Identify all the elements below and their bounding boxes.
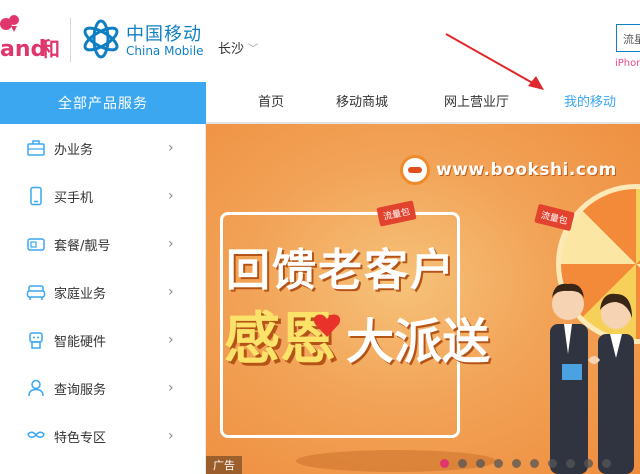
banner-headline-secondary: 大派送 [346,314,491,370]
carousel-dot[interactable] [584,459,593,468]
ad-label: 广告 [206,456,242,474]
svg-text:和: 和 [40,37,60,61]
carousel-dot[interactable] [458,459,467,468]
user-icon [28,379,44,397]
chevron-right-icon: › [168,236,174,252]
watermark-logo-icon [400,155,430,185]
sidebar-item-label: 查询服务 [54,382,107,398]
sidebar-item-query[interactable]: 查询服务 › [0,364,206,412]
chevron-right-icon: › [168,380,174,396]
banner-headline: 回馈老客户 [226,245,456,296]
sidebar-item-business[interactable]: 办业务 › [0,124,206,172]
and-he-logo[interactable]: and 和 [0,14,62,62]
carousel-dot[interactable] [530,459,539,468]
chevron-right-icon: › [168,428,174,444]
sidebar-item-label: 套餐/靓号 [54,238,111,254]
sidebar-item-smart-hardware[interactable]: 智能硬件 › [0,316,206,364]
watermark: www.bookshi.com [400,152,640,188]
china-mobile-logo[interactable] [80,18,122,60]
sidebar-item-label: 家庭业务 [54,286,107,302]
chevron-right-icon: › [168,284,174,300]
brand-name-cn: 中国移动 [126,24,202,45]
sidebar-item-label: 买手机 [54,190,94,206]
brand-name-en: China Mobile [126,44,204,58]
nav-my-mobile[interactable]: 我的移动 [564,82,616,124]
sidebar-item-family[interactable]: 家庭业务 › [0,268,206,316]
sidebar-item-buy-phone[interactable]: 买手机 › [0,172,206,220]
city-selector[interactable]: 长沙 ﹀ [218,38,258,57]
carousel-dot[interactable] [602,459,611,468]
watermark-text: www.bookshi.com [436,160,617,180]
chevron-right-icon: › [168,188,174,204]
sidebar-item-label: 办业务 [54,142,94,158]
carousel-dot[interactable] [494,459,503,468]
phone-icon [30,186,42,206]
carousel-dots [440,459,611,468]
sofa-icon [26,285,46,300]
page: and 和 中国移动 China Mobile 长沙 ﹀ 流星 iPhone 全… [0,0,640,474]
carousel-dot[interactable] [566,459,575,468]
sidebar-item-label: 特色专区 [54,430,107,446]
carousel-dot[interactable] [476,459,485,468]
nav-mall[interactable]: 移动商城 [336,82,388,124]
annotation-arrow [445,33,544,90]
nav-home[interactable]: 首页 [258,82,284,124]
sidebar-item-label: 智能硬件 [54,334,107,350]
robot-icon [29,332,43,349]
carousel-dot[interactable] [512,459,521,468]
sim-card-icon [27,238,45,251]
category-sidebar: 办业务 › 买手机 › 套餐/靓号 › 家庭业务 › 智能硬件 › 查询服务 ›… [0,124,206,474]
search-input[interactable]: 流星 [616,24,640,52]
logo-separator [70,18,71,62]
chevron-down-icon: ﹀ [248,44,259,55]
heart-icon [313,314,341,337]
chevron-right-icon: › [168,140,174,156]
mustache-icon [27,431,45,438]
sidebar-item-plans[interactable]: 套餐/靓号 › [0,220,206,268]
briefcase-icon [27,140,45,156]
promo-banner[interactable]: www.bookshi.com 流量包 流量包 回馈老客户 感恩 大派送 广告 [206,124,640,474]
carousel-dot[interactable] [440,459,449,468]
promo-tag: 流量包 [534,203,575,232]
sidebar-item-featured[interactable]: 特色专区 › [0,412,206,460]
search-hot-keyword[interactable]: iPhone [615,58,640,69]
couple-illustration [550,283,634,474]
chevron-right-icon: › [168,332,174,348]
city-label: 长沙 [218,42,245,57]
carousel-dot[interactable] [548,459,557,468]
all-services-button[interactable]: 全部产品服务 [0,82,206,124]
